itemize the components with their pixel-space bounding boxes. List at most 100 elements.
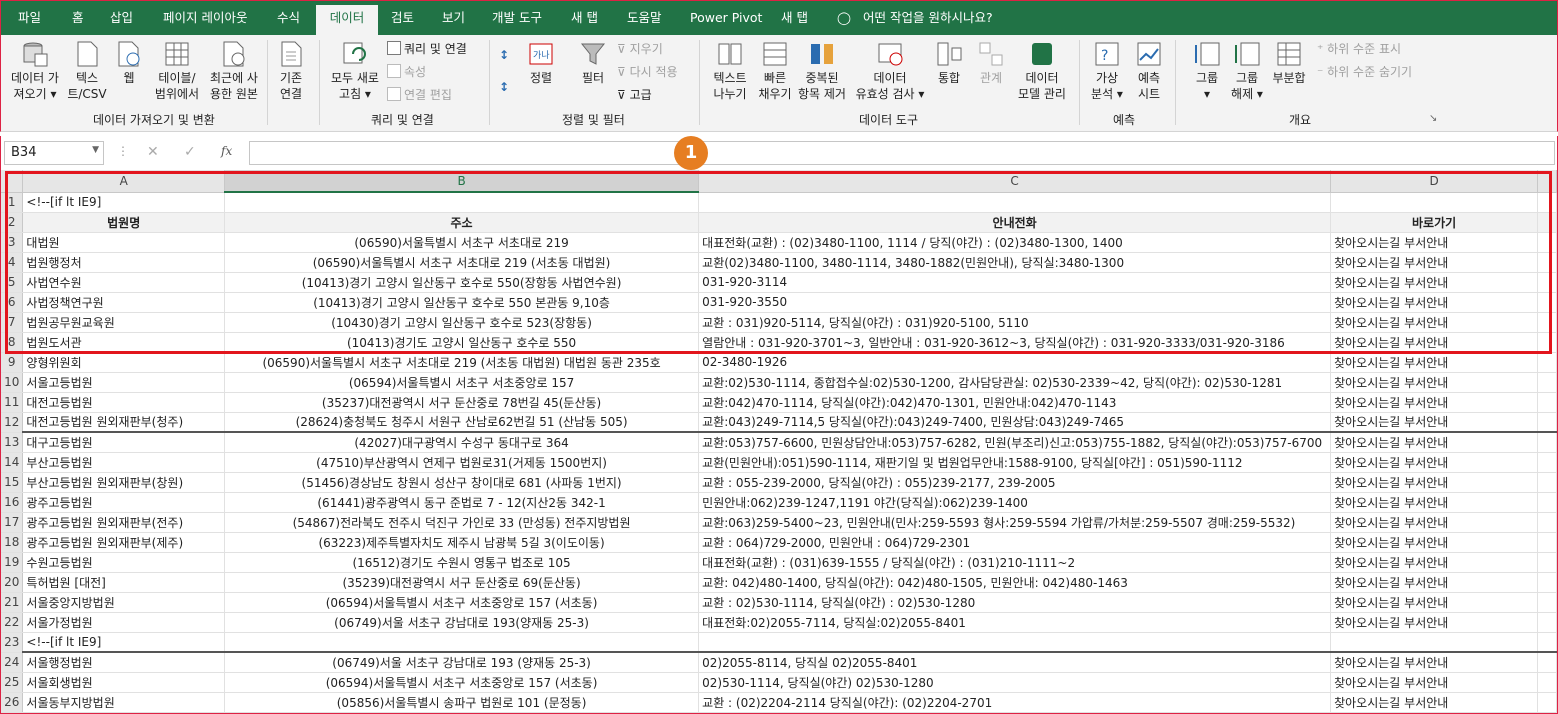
cell-e9[interactable]: [1537, 352, 1557, 373]
cell-e19[interactable]: [1537, 552, 1557, 573]
cell-a14[interactable]: 부산고등법원: [22, 452, 225, 473]
filter-button[interactable]: 필터: [575, 40, 611, 86]
cell-a22[interactable]: 서울가정법원: [22, 612, 225, 633]
cell-d16[interactable]: 찾아오시는길 부서안내: [1330, 492, 1539, 513]
cell-b2[interactable]: 주소: [224, 212, 700, 233]
row-header[interactable]: 24: [1, 652, 24, 673]
cell-b19[interactable]: (16512)경기도 수원시 영통구 법조로 105: [224, 552, 700, 573]
cell-a3[interactable]: 대법원: [22, 232, 225, 253]
cell-e23[interactable]: [1537, 632, 1557, 653]
cell-e5[interactable]: [1537, 272, 1557, 293]
cell-d1[interactable]: [1330, 192, 1539, 213]
cell-d18[interactable]: 찾아오시는길 부서안내: [1330, 532, 1539, 553]
row-header[interactable]: 2: [1, 212, 24, 233]
cell-d26[interactable]: 찾아오시는길 부서안내: [1330, 692, 1539, 713]
column-header-c[interactable]: C: [698, 170, 1332, 193]
cell-e8[interactable]: [1537, 332, 1557, 353]
cell-a10[interactable]: 서울고등법원: [22, 372, 225, 393]
cell-d5[interactable]: 찾아오시는길 부서안내: [1330, 272, 1539, 293]
cell-b3[interactable]: (06590)서울특별시 서초구 서초대로 219: [224, 232, 700, 253]
cell-c26[interactable]: 교환 : (02)2204-2114 당직실(야간): (02)2204-270…: [698, 692, 1332, 713]
cell-c4[interactable]: 교환(02)3480-1100, 3480-1114, 3480-1882(민원…: [698, 252, 1332, 273]
cell-c14[interactable]: 교환(민원안내):051)590-1114, 재판기일 및 법원업무안내:158…: [698, 452, 1332, 473]
cell-b16[interactable]: (61441)광주광역시 동구 준법로 7 - 12(지산2동 342-1: [224, 492, 700, 513]
cell-b17[interactable]: (54867)전라북도 전주시 덕진구 가인로 33 (만성동) 전주지방법원: [224, 512, 700, 533]
cell-d13[interactable]: 찾아오시는길 부서안내: [1330, 431, 1539, 453]
row-header[interactable]: 13: [1, 432, 24, 453]
cell-d9[interactable]: 찾아오시는길 부서안내: [1330, 352, 1539, 373]
cell-d23[interactable]: [1330, 632, 1539, 653]
cell-e12[interactable]: [1537, 412, 1557, 433]
tab-file[interactable]: 파일: [18, 10, 41, 32]
cell-e26[interactable]: [1537, 692, 1557, 713]
row-header[interactable]: 5: [1, 272, 24, 293]
cell-b9[interactable]: (06590)서울특별시 서초구 서초대로 219 (서초동 대법원) 대법원 …: [224, 352, 700, 373]
row-header[interactable]: 16: [1, 492, 24, 513]
properties-button[interactable]: 속성: [387, 64, 426, 80]
advanced-button[interactable]: ⊽ 고급: [617, 87, 652, 103]
cell-c22[interactable]: 대표전화:02)2055-7114, 당직실:02)2055-8401: [698, 612, 1332, 633]
cell-d12[interactable]: 찾아오시는길 부서안내: [1330, 412, 1539, 433]
cell-c23[interactable]: [698, 632, 1332, 653]
cell-b20[interactable]: (35239)대전광역시 서구 둔산중로 69(둔산동): [224, 572, 700, 593]
row-header[interactable]: 1: [1, 192, 24, 213]
row-header[interactable]: 21: [1, 592, 24, 613]
text-csv-button[interactable]: 텍스 트/CSV: [65, 40, 109, 102]
group-button[interactable]: 그룹 ▾: [1187, 40, 1227, 102]
row-header[interactable]: 4: [1, 252, 24, 273]
hide-detail-button[interactable]: ⁻ 하위 수준 숨기기: [1317, 64, 1412, 80]
data-model-button[interactable]: 데이터 모델 관리: [1013, 40, 1071, 102]
sort-button[interactable]: 가나 정렬: [523, 40, 559, 86]
refresh-all-button[interactable]: 모두 새로 고침 ▾: [327, 40, 383, 102]
cell-b1[interactable]: [224, 192, 700, 213]
cell-d24[interactable]: 찾아오시는길 부서안내: [1330, 651, 1539, 673]
row-header[interactable]: 10: [1, 372, 24, 393]
cell-e24[interactable]: [1537, 651, 1557, 673]
row-header[interactable]: 15: [1, 472, 24, 493]
cell-d6[interactable]: 찾아오시는길 부서안내: [1330, 292, 1539, 313]
cell-a5[interactable]: 사법연수원: [22, 272, 225, 293]
tab-formulas[interactable]: 수식: [277, 10, 300, 32]
forecast-sheet-button[interactable]: 예측 시트: [1131, 40, 1167, 102]
cell-c13[interactable]: 교환:053)757-6600, 민원상담안내:053)757-6282, 민원…: [698, 431, 1332, 453]
dialog-launcher-icon[interactable]: ↘: [1429, 111, 1437, 127]
cell-b21[interactable]: (06594)서울특별시 서초구 서초중앙로 157 (서초동): [224, 592, 700, 613]
cell-a18[interactable]: 광주고등법원 원외재판부(제주): [22, 532, 225, 553]
cell-e4[interactable]: [1537, 252, 1557, 273]
text-to-columns-button[interactable]: 텍스트 나누기: [707, 40, 753, 102]
consolidate-button[interactable]: 통합: [931, 40, 967, 86]
cell-b24[interactable]: (06749)서울 서초구 강남대로 193 (양재동 25-3): [224, 651, 700, 673]
cell-e15[interactable]: [1537, 472, 1557, 493]
cell-e18[interactable]: [1537, 532, 1557, 553]
cell-b18[interactable]: (63223)제주특별자치도 제주시 남광북 5길 3(이도이동): [224, 532, 700, 553]
row-header[interactable]: 20: [1, 572, 24, 593]
column-header-e[interactable]: [1537, 170, 1557, 193]
cell-c12[interactable]: 교환:043)249-7114,5 당직실(야간):043)249-7400, …: [698, 412, 1332, 433]
cell-a8[interactable]: 법원도서관: [22, 332, 225, 353]
cell-b4[interactable]: (06590)서울특별시 서초구 서초대로 219 (서초동 대법원): [224, 252, 700, 273]
cell-e22[interactable]: [1537, 612, 1557, 633]
flash-fill-button[interactable]: 빠른 채우기: [755, 40, 795, 102]
recent-sources-button[interactable]: 최근에 사 용한 원본: [205, 40, 263, 102]
cell-a2[interactable]: 법원명: [22, 212, 225, 233]
cell-d8[interactable]: 찾아오시는길 부서안내: [1330, 332, 1539, 353]
cell-c10[interactable]: 교환:02)530-1114, 종합접수실:02)530-1200, 감사담당관…: [698, 372, 1332, 393]
tab-data[interactable]: 데이터: [316, 5, 378, 36]
cell-b23[interactable]: [224, 632, 700, 653]
from-table-button[interactable]: 테이블/ 범위에서: [151, 40, 203, 102]
web-button[interactable]: 웹: [111, 40, 147, 86]
what-if-button[interactable]: ? 가상 분석 ▾: [1085, 40, 1129, 102]
cell-e16[interactable]: [1537, 492, 1557, 513]
row-header[interactable]: 19: [1, 552, 24, 573]
row-header[interactable]: 6: [1, 292, 24, 313]
tab-review[interactable]: 검토: [391, 10, 414, 32]
cell-a26[interactable]: 서울동부지방법원: [22, 692, 225, 713]
tell-me-box[interactable]: 어떤 작업을 원하시나요?: [863, 10, 993, 32]
sort-ascending-icon[interactable]: ↕: [499, 47, 509, 63]
cell-c8[interactable]: 열람안내 : 031-920-3701~3, 일반안내 : 031-920-36…: [698, 332, 1332, 353]
queries-connections-button[interactable]: 쿼리 및 연결: [387, 41, 467, 57]
tab-view[interactable]: 보기: [442, 10, 465, 32]
row-header[interactable]: 26: [1, 692, 24, 713]
cell-a4[interactable]: 법원행정처: [22, 252, 225, 273]
cell-a21[interactable]: 서울중앙지방법원: [22, 592, 225, 613]
